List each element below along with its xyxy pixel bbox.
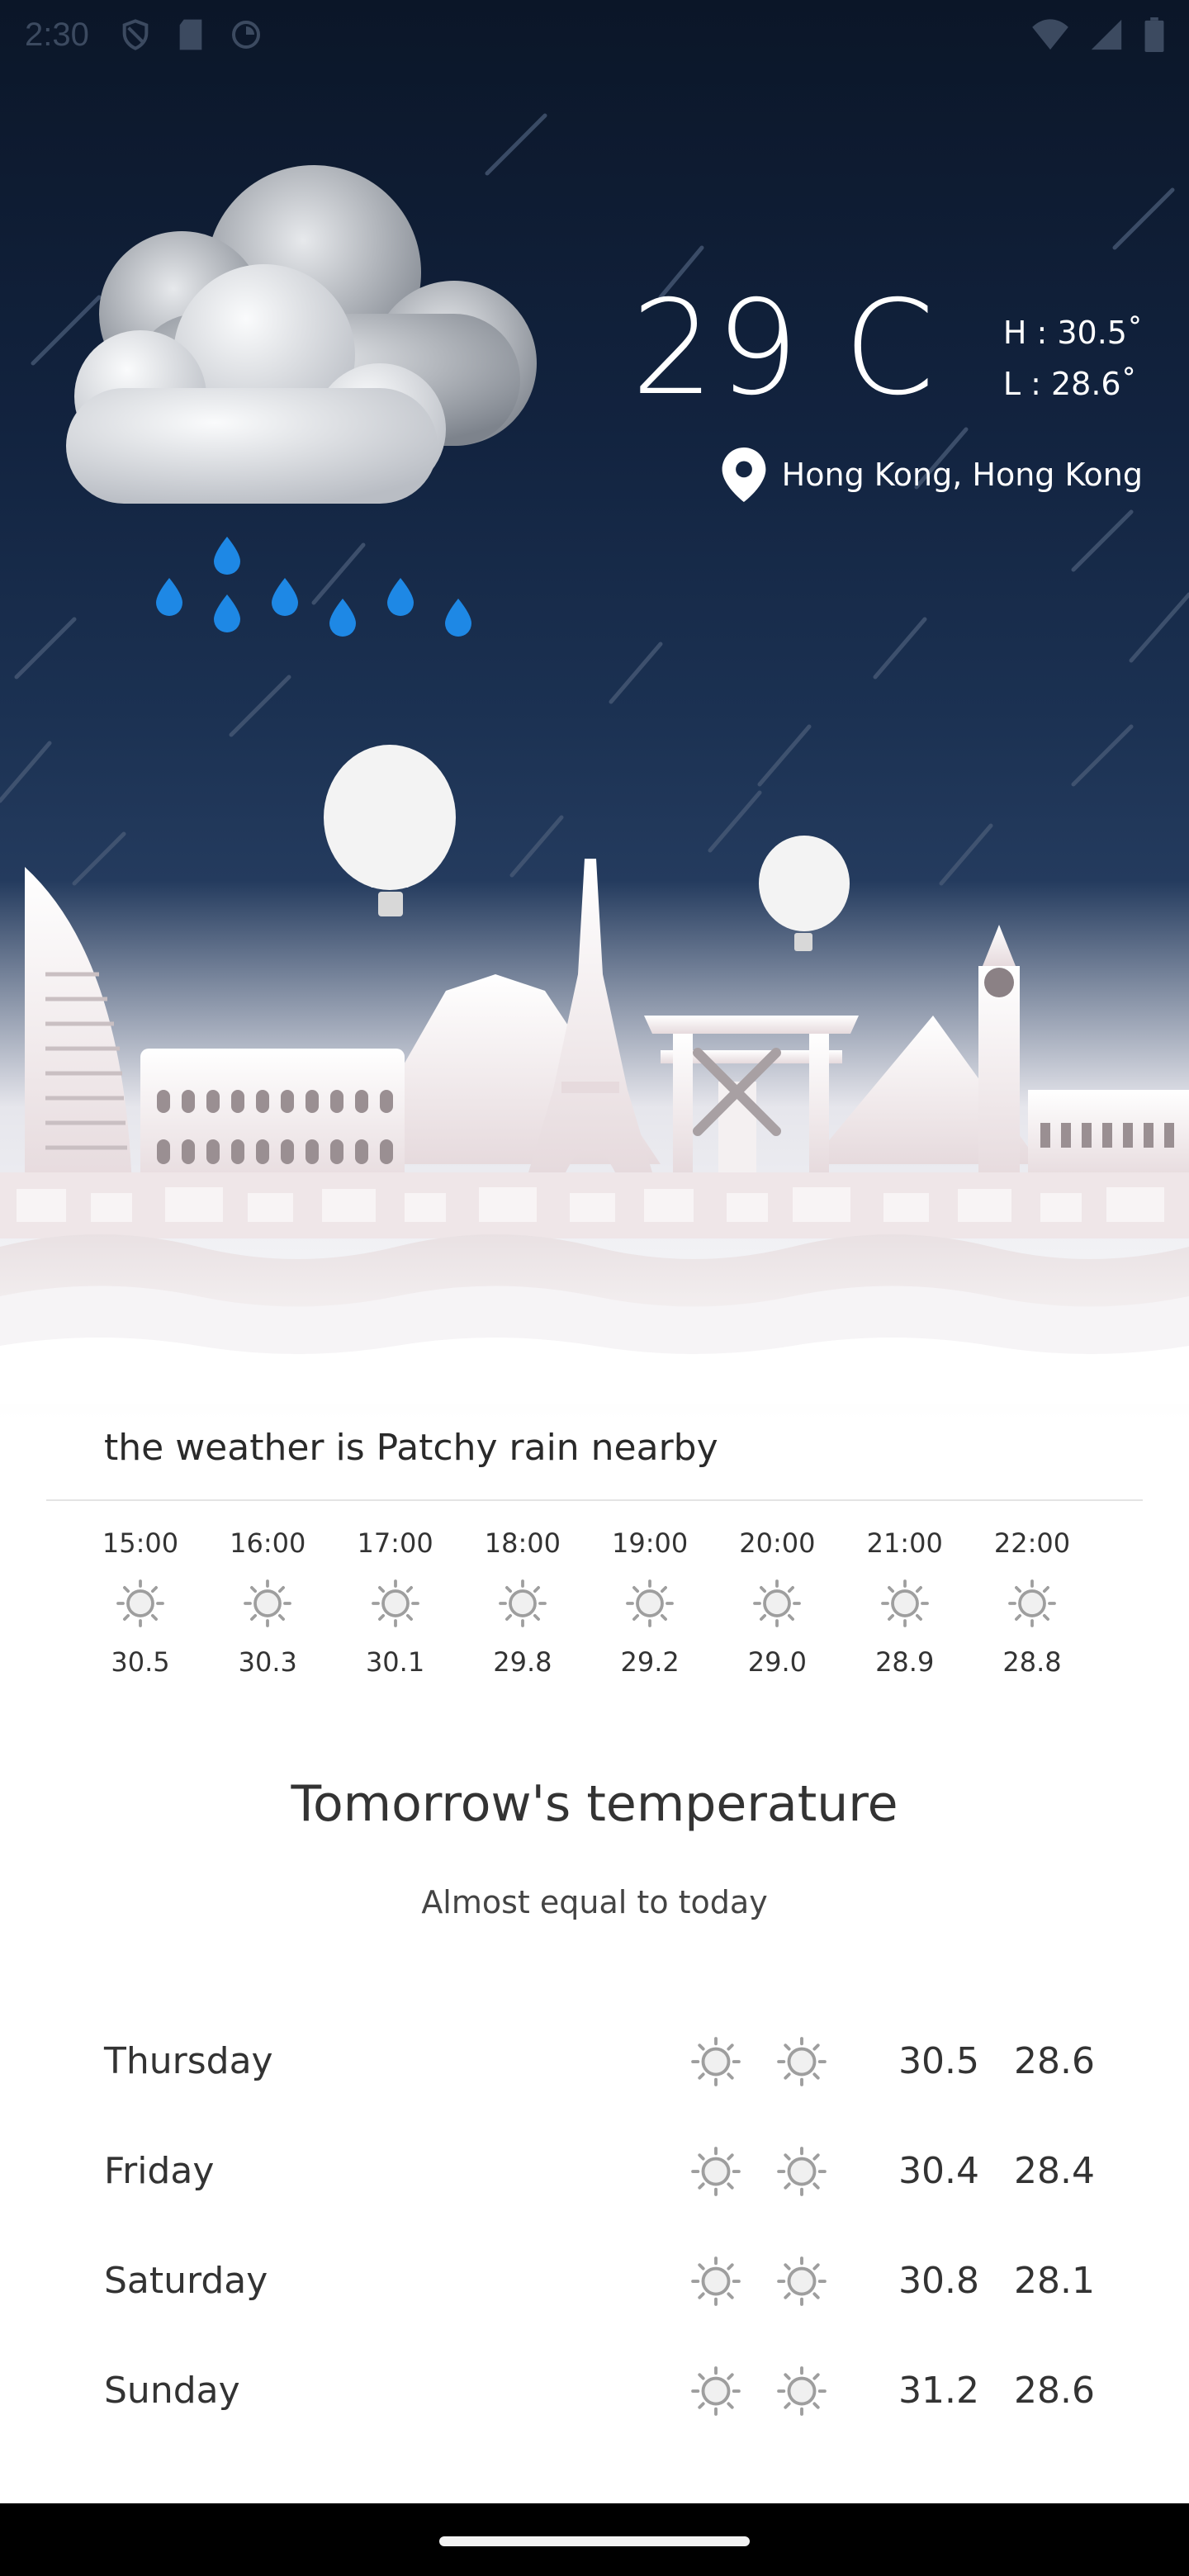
- day-low: 28.4: [1014, 2150, 1095, 2192]
- hourly-item: 18:00 29.8: [465, 1527, 580, 1693]
- hourly-temperature: 28.9: [875, 1646, 935, 1678]
- hourly-temperature: 30.5: [111, 1646, 170, 1678]
- sun-icon: [691, 2146, 741, 2196]
- day-condition-icons: [690, 2256, 827, 2307]
- location-label: Hong Kong, Hong Kong: [781, 457, 1143, 493]
- city-skyline-illustration: [0, 745, 1189, 1404]
- status-time: 2:30: [25, 16, 89, 53]
- rain-cloud-icon: [66, 165, 537, 637]
- current-temperature: 29 C: [631, 272, 936, 424]
- day-name: Saturday: [104, 2260, 268, 2302]
- hourly-temperature: 29.8: [493, 1646, 552, 1678]
- hourly-temperature: 29.2: [620, 1646, 680, 1678]
- sd-card-icon: [179, 19, 202, 50]
- sun-icon: [691, 2036, 741, 2086]
- hourly-item: 15:00 30.5: [83, 1527, 198, 1693]
- sun-icon: [1008, 1579, 1056, 1627]
- weather-condition-text: the weather is Patchy rain nearby: [104, 1427, 718, 1469]
- day-high: 30.4: [898, 2150, 980, 2192]
- hourly-time: 17:00: [357, 1527, 433, 1559]
- location-pin-icon: [722, 447, 766, 502]
- day-name: Friday: [104, 2150, 215, 2192]
- daily-row: Thursday 30.5 28.6: [104, 2006, 1095, 2116]
- hot-air-balloon: [324, 745, 456, 916]
- hourly-time: 18:00: [484, 1527, 561, 1559]
- hourly-temperature: 30.3: [238, 1646, 297, 1678]
- hourly-item: 19:00 29.2: [592, 1527, 708, 1693]
- sun-icon: [777, 2036, 827, 2086]
- hourly-item: 21:00 28.9: [847, 1527, 963, 1693]
- day-name: Thursday: [104, 2040, 273, 2082]
- day-condition-icons: [690, 2146, 827, 2197]
- high-temperature: H : 30.5˚: [1002, 315, 1143, 351]
- daily-row: Saturday 30.8 28.1: [104, 2226, 1095, 2336]
- location[interactable]: Hong Kong, Hong Kong: [721, 447, 1143, 502]
- day-high: 31.2: [898, 2370, 980, 2412]
- low-temperature: L : 28.6˚: [1002, 366, 1137, 402]
- daily-row: Sunday 31.2 28.6: [104, 2336, 1095, 2446]
- sun-icon: [498, 1579, 547, 1627]
- hourly-item: 22:00 28.8: [974, 1527, 1090, 1693]
- sun-icon: [691, 2365, 741, 2416]
- high-low: H : 30.5˚ L : 28.6˚: [1003, 307, 1143, 410]
- day-low: 28.6: [1014, 2040, 1095, 2082]
- hourly-temperature: 30.1: [365, 1646, 425, 1678]
- hourly-item: 17:00 30.1: [338, 1527, 453, 1693]
- sun-icon: [777, 2146, 827, 2196]
- tomorrow-title: Tomorrow's temperature: [291, 1775, 898, 1833]
- day-temperatures: 30.8 28.1: [898, 2260, 1095, 2302]
- day-high: 30.5: [898, 2040, 980, 2082]
- sun-icon: [880, 1579, 929, 1627]
- day-temperatures: 30.5 28.6: [898, 2040, 1095, 2082]
- sun-icon: [371, 1579, 419, 1627]
- day-low: 28.6: [1014, 2370, 1095, 2412]
- sun-icon: [777, 2256, 827, 2306]
- hourly-temperature: 28.8: [1002, 1646, 1062, 1678]
- sun-icon: [116, 1579, 164, 1627]
- tomorrow-subtitle: Almost equal to today: [421, 1884, 768, 1920]
- hourly-time: 16:00: [230, 1527, 306, 1559]
- hourly-item: 16:00 30.3: [210, 1527, 325, 1693]
- day-temperatures: 31.2 28.6: [898, 2370, 1095, 2412]
- hourly-temperature: 29.0: [747, 1646, 808, 1678]
- divider: [46, 1499, 1143, 1501]
- hourly-time: 15:00: [102, 1527, 179, 1559]
- navigation-bar: [0, 2503, 1189, 2576]
- signal-icon: [1091, 19, 1122, 50]
- day-low: 28.1: [1014, 2260, 1095, 2302]
- day-high: 30.8: [898, 2260, 980, 2302]
- hourly-time: 19:00: [612, 1527, 689, 1559]
- status-bar: 2:30: [0, 0, 1189, 69]
- hero-illustration: 2:30 29 C H: 30.5˚ L: 28.6˚ Hong Kong,…: [0, 0, 1189, 1420]
- home-gesture-handle[interactable]: [439, 2536, 750, 2546]
- hourly-item: 20:00 29.0: [719, 1527, 835, 1693]
- hourly-forecast[interactable]: 15:00 30.5 16:00 30.3 17:00 30.1 18:00 29.8 19:0…: [83, 1527, 1090, 1693]
- sun-icon: [626, 1579, 674, 1627]
- sync-circle-icon: [231, 21, 260, 49]
- hourly-time: 20:00: [739, 1527, 816, 1559]
- current-weather: 29 C H : 30.5˚ L : 28.6˚ Hong Kong, Hong…: [614, 272, 1143, 520]
- sun-icon: [691, 2256, 741, 2306]
- battery-icon: [1144, 17, 1164, 52]
- hourly-time: 21:00: [866, 1527, 943, 1559]
- daily-row: Friday 30.4 28.4: [104, 2116, 1095, 2226]
- day-condition-icons: [690, 2036, 827, 2087]
- sun-icon: [244, 1579, 292, 1627]
- sun-icon: [777, 2365, 827, 2416]
- shield-icon: [122, 19, 149, 50]
- day-condition-icons: [690, 2365, 827, 2417]
- sun-icon: [753, 1579, 802, 1627]
- day-name: Sunday: [104, 2370, 240, 2412]
- hourly-time: 22:00: [993, 1527, 1071, 1559]
- daily-forecast: Thursday 30.5 28.6 Friday 30.4 28.4 Saturday 30…: [104, 2006, 1095, 2446]
- day-temperatures: 30.4 28.4: [898, 2150, 1095, 2192]
- wifi-icon: [1032, 19, 1068, 50]
